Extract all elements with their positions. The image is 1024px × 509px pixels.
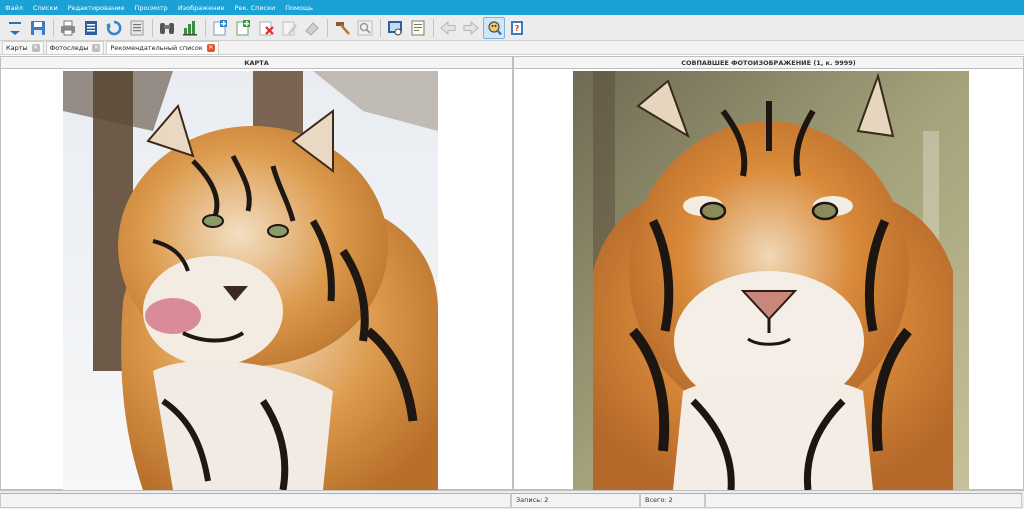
edit-button[interactable] — [278, 17, 300, 39]
notes-button[interactable] — [407, 17, 429, 39]
save-icon — [31, 20, 45, 35]
hammer-button[interactable] — [331, 17, 353, 39]
toolbar: ? — [0, 15, 1024, 41]
compare-icon — [388, 20, 402, 35]
menu-dropdown-icon — [9, 21, 21, 35]
tiger-image — [573, 71, 969, 490]
tab-photo-traces[interactable]: Фотоследы ✕ — [45, 41, 105, 54]
tab-recommendation-list[interactable]: Рекомендательный список ✕ — [106, 41, 219, 54]
delete-button[interactable] — [255, 17, 277, 39]
forward-button[interactable] — [460, 17, 482, 39]
menu-lists[interactable]: Списки — [33, 4, 58, 12]
match-search-button[interactable] — [483, 16, 505, 39]
close-icon[interactable]: ✕ — [206, 44, 215, 52]
matched-tiger-photo[interactable] — [573, 71, 969, 490]
status-record: Запись: 2 — [511, 492, 640, 508]
forward-arrow-icon — [463, 20, 479, 35]
notes-icon — [411, 20, 425, 35]
back-button[interactable] — [437, 17, 459, 39]
tab-label: Рекомендательный список — [110, 44, 203, 52]
toolbar-separator — [205, 18, 206, 37]
search-button[interactable] — [156, 17, 178, 39]
toolbar-separator — [380, 18, 381, 37]
menu-help[interactable]: Помощь — [285, 4, 313, 12]
zoom-button[interactable] — [354, 17, 376, 39]
menu-dropdown-button[interactable] — [4, 17, 26, 39]
tab-bar: Карты ✕ Фотоследы ✕ Рекомендательный спи… — [0, 41, 1024, 55]
svg-text:?: ? — [515, 24, 520, 33]
matched-photo-panel: СОВПАВШЕЕ ФОТОИЗОБРАЖЕНИЕ (1, к. 9999) — [513, 56, 1024, 490]
add-record-icon — [213, 19, 227, 35]
toolbar-separator — [53, 18, 54, 37]
menu-rec-lists[interactable]: Рек. Списки — [235, 4, 276, 12]
zoom-icon — [357, 20, 373, 35]
menu-edit[interactable]: Редактирование — [68, 4, 125, 12]
add-photo-icon — [236, 19, 250, 35]
eraser-icon — [305, 21, 319, 36]
tab-label: Фотоследы — [49, 44, 89, 52]
print-button[interactable] — [57, 17, 79, 39]
tiger-image — [63, 71, 438, 490]
status-bar: Запись: 2 Всего: 2 — [0, 490, 1024, 509]
document-view-icon — [85, 20, 97, 35]
card-panel-header: КАРТА — [1, 57, 512, 69]
help-icon: ? — [511, 20, 523, 35]
binoculars-icon — [160, 22, 174, 34]
menu-bar: Файл Списки Редактирование Просмотр Изоб… — [0, 0, 1024, 15]
chart-icon — [183, 20, 197, 35]
chart-button[interactable] — [179, 17, 201, 39]
hammer-icon — [336, 21, 350, 35]
eraser-button[interactable] — [301, 17, 323, 39]
menu-image[interactable]: Изображение — [178, 4, 225, 12]
status-spare-cell — [705, 492, 1022, 508]
refresh-button[interactable] — [103, 17, 125, 39]
add-record-button[interactable] — [209, 17, 231, 39]
menu-file[interactable]: Файл — [5, 4, 23, 12]
save-button[interactable] — [27, 17, 49, 39]
tab-cards[interactable]: Карты ✕ — [2, 41, 44, 54]
matched-photo-header: СОВПАВШЕЕ ФОТОИЗОБРАЖЕНИЕ (1, к. 9999) — [514, 57, 1023, 69]
close-icon[interactable]: ✕ — [31, 44, 40, 52]
edit-icon — [282, 21, 297, 35]
back-arrow-icon — [440, 20, 456, 35]
delete-icon — [259, 21, 274, 35]
tab-label: Карты — [6, 44, 28, 52]
toolbar-separator — [433, 18, 434, 37]
status-empty-cell — [0, 492, 511, 508]
print-icon — [61, 20, 75, 35]
list-icon — [130, 20, 144, 35]
refresh-icon — [106, 20, 122, 35]
status-total: Всего: 2 — [640, 492, 705, 508]
help-button[interactable]: ? — [506, 17, 528, 39]
add-photo-button[interactable] — [232, 17, 254, 39]
close-icon[interactable]: ✕ — [92, 44, 101, 52]
menu-view[interactable]: Просмотр — [134, 4, 167, 12]
toolbar-separator — [327, 18, 328, 37]
card-tiger-photo[interactable] — [63, 71, 438, 490]
document-view-button[interactable] — [80, 17, 102, 39]
card-panel: КАРТА — [0, 56, 513, 490]
app-window: Файл Списки Редактирование Просмотр Изоб… — [0, 0, 1024, 509]
match-search-icon — [488, 20, 502, 35]
list-button[interactable] — [126, 17, 148, 39]
toolbar-separator — [152, 18, 153, 37]
compare-button[interactable] — [384, 17, 406, 39]
